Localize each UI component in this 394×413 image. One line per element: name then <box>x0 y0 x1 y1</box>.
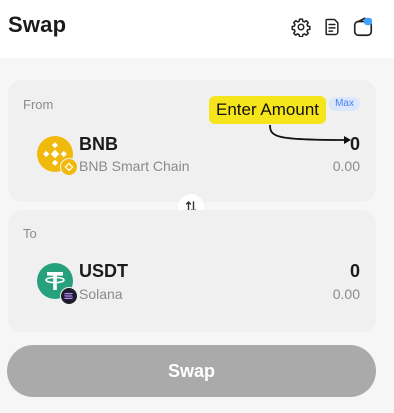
enter-amount-annotation: Enter Amount <box>209 96 327 124</box>
from-amount-input[interactable]: 0 <box>350 134 360 155</box>
wallet-icon[interactable] <box>352 16 374 38</box>
to-token-symbol[interactable]: USDT <box>79 261 128 282</box>
gear-icon[interactable] <box>290 16 312 38</box>
annotation-arrow-icon <box>269 124 351 144</box>
header: Swap <box>0 0 394 58</box>
to-label: To <box>23 226 37 241</box>
from-token-symbol[interactable]: BNB <box>79 134 118 155</box>
to-amount-value: 0 <box>349 261 360 281</box>
max-button[interactable]: Max <box>329 97 360 111</box>
history-icon[interactable] <box>321 16 343 38</box>
from-fiat-value: 0.00 <box>332 158 360 174</box>
bnb-chain-badge-icon <box>60 158 78 176</box>
to-card: To USDT Solana 0 0.00 <box>8 210 376 332</box>
to-fiat-value: 0.00 <box>332 286 360 302</box>
from-label: From <box>23 97 54 112</box>
page-title: Swap <box>8 12 67 37</box>
swap-button[interactable]: Swap <box>7 345 376 397</box>
from-token-chain: BNB Smart Chain <box>79 158 190 174</box>
to-token-chain: Solana <box>79 286 123 302</box>
solana-chain-badge-icon <box>60 287 78 305</box>
from-card: From Max Enter Amount BNB BNB Smart Chai… <box>8 80 376 202</box>
